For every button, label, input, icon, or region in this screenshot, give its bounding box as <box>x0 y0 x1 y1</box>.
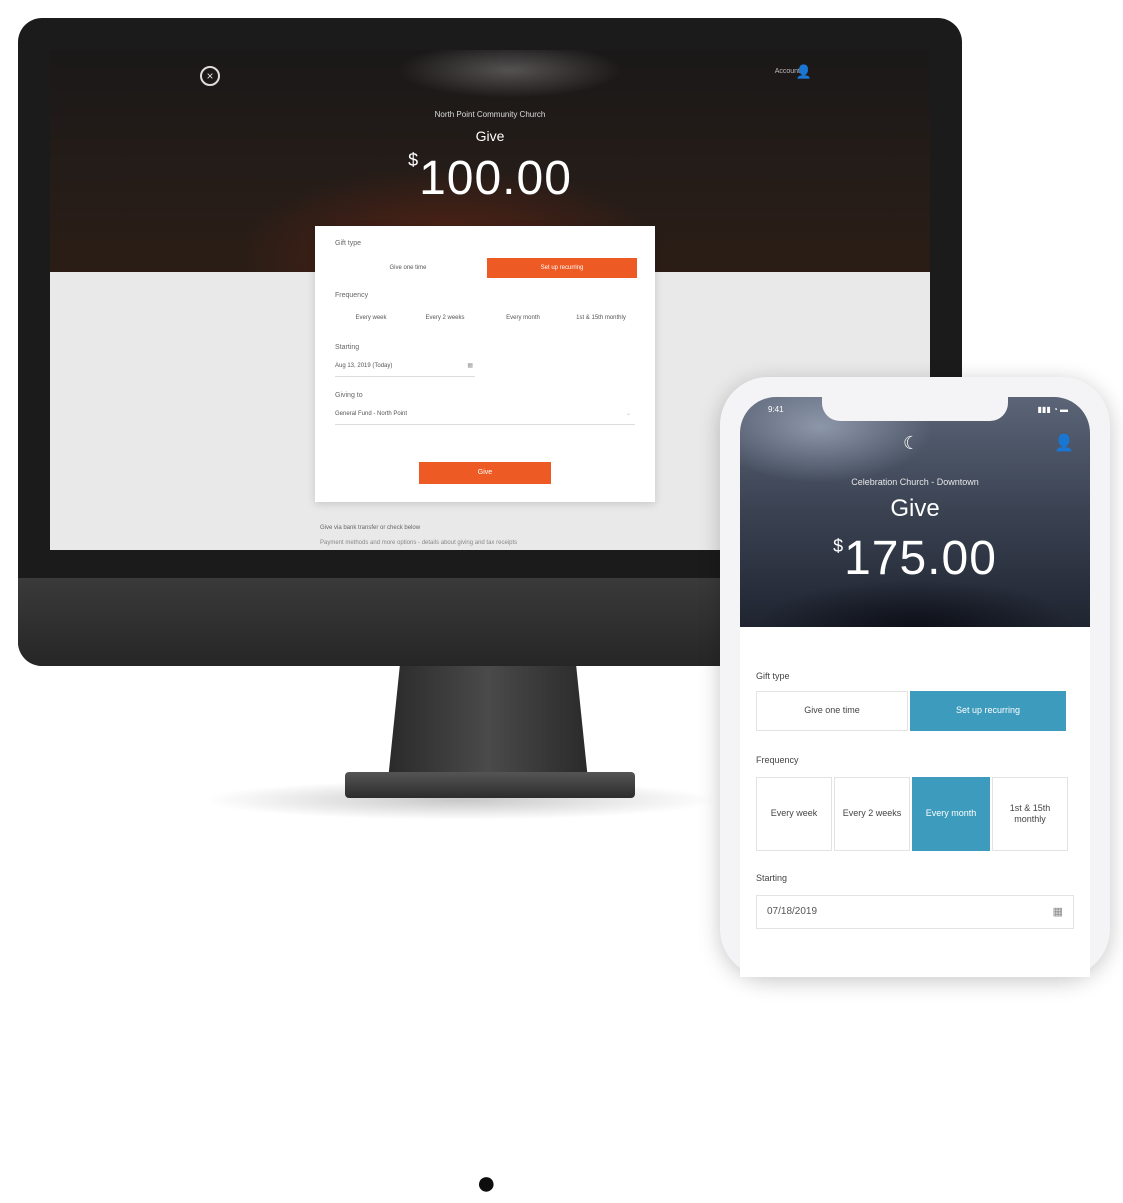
phone-screen: 9:41 ▮▮▮ ◔ ▬ ☾ 👤 Celebration Church - Do… <box>740 397 1090 977</box>
frequency-every-month[interactable]: Every month <box>487 308 559 328</box>
give-one-time-button[interactable]: Give one time <box>335 258 481 278</box>
give-submit-button[interactable]: Give <box>419 462 551 484</box>
starting-label: Starting <box>335 344 360 351</box>
user-icon[interactable]: 👤 <box>1054 433 1074 453</box>
frequency-every-month[interactable]: Every month <box>912 777 990 851</box>
status-icons: ▮▮▮ ◔ ▬ <box>1037 405 1068 414</box>
set-up-recurring-button[interactable]: Set up recurring <box>487 258 637 278</box>
mobile-hero: 9:41 ▮▮▮ ◔ ▬ ☾ 👤 Celebration Church - Do… <box>740 397 1090 627</box>
frequency-every-2-weeks[interactable]: Every 2 weeks <box>834 777 910 851</box>
church-name: North Point Community Church <box>434 110 546 119</box>
calendar-icon: ▦ <box>467 363 473 369</box>
calendar-icon: ▦ <box>1052 906 1063 918</box>
give-title: Give <box>475 128 505 144</box>
phone-frame: 9:41 ▮▮▮ ◔ ▬ ☾ 👤 Celebration Church - Do… <box>720 377 1110 977</box>
footer-line-1: Give via bank transfer or check below <box>320 525 421 531</box>
imac-base <box>345 772 635 798</box>
amount-display[interactable]: $175.00 <box>740 531 1090 586</box>
status-time: 9:41 <box>768 405 784 414</box>
frequency-1st-15th[interactable]: 1st & 15th monthly <box>563 308 639 328</box>
chevron-down-icon: ⌄ <box>625 411 631 417</box>
starting-label: Starting <box>756 873 788 883</box>
set-up-recurring-button[interactable]: Set up recurring <box>910 691 1066 731</box>
frequency-label: Frequency <box>756 755 799 765</box>
frequency-every-week[interactable]: Every week <box>756 777 832 851</box>
starting-date-field[interactable]: Aug 13, 2019 (Today) ▦ <box>335 356 475 377</box>
give-one-time-button[interactable]: Give one time <box>756 691 908 731</box>
church-logo-icon: ☾ <box>903 433 920 453</box>
starting-date-value: 07/18/2019 <box>767 906 818 917</box>
user-icon[interactable]: 👤 <box>796 64 812 80</box>
amount-value: 175.00 <box>844 532 997 585</box>
give-title: Give <box>890 495 940 522</box>
starting-date-value: Aug 13, 2019 (Today) <box>335 363 393 369</box>
church-name: Celebration Church - Downtown <box>851 477 979 487</box>
giving-to-value: General Fund - North Point <box>335 411 408 417</box>
frequency-label: Frequency <box>335 292 369 299</box>
imac-stand <box>388 664 588 780</box>
frequency-every-2-weeks[interactable]: Every 2 weeks <box>409 308 481 328</box>
gift-type-label: Gift type <box>756 671 790 681</box>
frequency-every-week[interactable]: Every week <box>335 308 407 328</box>
footer-line-2[interactable]: Payment methods and more options - detai… <box>320 540 517 546</box>
give-form-card: Gift type Give one time Set up recurring… <box>315 226 655 502</box>
amount-display[interactable]: $100.00 <box>50 150 930 206</box>
giving-to-label: Giving to <box>335 392 363 399</box>
close-icon[interactable]: × <box>200 66 220 86</box>
currency-symbol: $ <box>408 150 420 170</box>
apple-logo-icon: ● <box>476 1164 497 1202</box>
frequency-1st-15th[interactable]: 1st & 15th monthly <box>992 777 1068 851</box>
starting-date-field[interactable]: 07/18/2019 ▦ <box>756 895 1074 929</box>
amount-value: 100.00 <box>419 152 572 205</box>
phone-notch <box>822 397 1008 421</box>
giving-to-select[interactable]: General Fund - North Point ⌄ <box>335 404 635 425</box>
currency-symbol: $ <box>833 536 845 556</box>
gift-type-label: Gift type <box>335 240 362 247</box>
